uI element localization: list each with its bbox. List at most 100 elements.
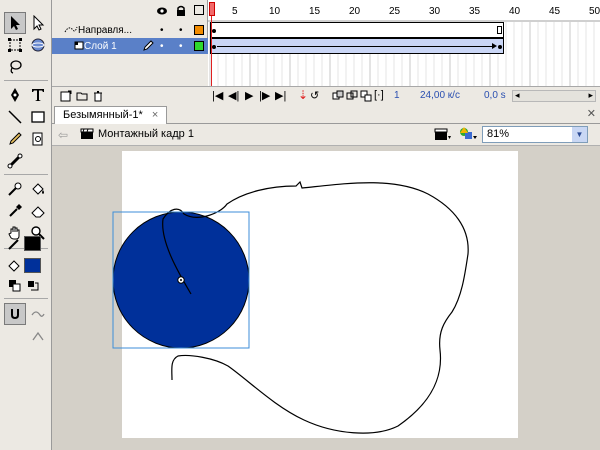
edit-bar: ⇦ Монтажный кадр 1 81% ▼ [52, 124, 600, 146]
text-icon[interactable] [27, 84, 49, 106]
ruler-label: 35 [469, 6, 481, 17]
delete-layer-icon[interactable] [92, 90, 104, 105]
layer-row-1[interactable]: Слой 1 • • [52, 38, 208, 54]
pen-icon[interactable] [4, 84, 26, 106]
elapsed-time-value: 0,0 s [484, 90, 506, 101]
stroke-color-icon [6, 236, 22, 252]
zoom-select[interactable]: 81% ▼ [482, 126, 588, 143]
timeline-footer: |◀ ◀| ▶ |▶ ▶| ⇣ ↺ [·] 1 24,00 к/с 0,0 s … [52, 86, 600, 104]
registration-point-center [180, 279, 182, 281]
keyframe-dot-icon [212, 45, 216, 49]
paint-bucket-icon[interactable] [27, 178, 49, 200]
end-frame-icon [497, 26, 502, 34]
tools-panel [0, 0, 52, 450]
onion-skin-icon[interactable] [332, 90, 344, 105]
back-arrow-icon[interactable]: ⇦ [58, 128, 68, 142]
ruler-label: 30 [429, 6, 441, 17]
frame-rate-value[interactable]: 24,00 к/с [420, 90, 460, 101]
layer-visible-dot-icon: • [160, 40, 164, 52]
current-frame-value: 1 [394, 90, 400, 101]
layer-lock-dot-icon: • [179, 24, 183, 36]
guided-layer-icon [52, 40, 84, 53]
onion-outline-icon[interactable] [346, 90, 358, 105]
eyedropper-icon[interactable] [4, 200, 26, 222]
stroke-color-swatch[interactable] [24, 236, 41, 251]
edit-symbols-icon[interactable] [458, 126, 478, 145]
layers-empty-area [52, 54, 208, 86]
selection-arrow-icon[interactable] [4, 12, 26, 34]
eye-icon[interactable] [156, 6, 168, 16]
scene-icon [80, 128, 94, 143]
scroll-left-icon[interactable]: ◂ [515, 90, 520, 101]
bone-icon[interactable] [4, 150, 26, 172]
layer-outline-color-icon[interactable] [194, 41, 204, 51]
new-folder-icon[interactable] [76, 90, 88, 105]
outline-icon[interactable] [194, 5, 204, 15]
new-layer-icon[interactable] [60, 90, 72, 105]
ruler-label: 25 [389, 6, 401, 17]
onion-markers-icon[interactable]: [·] [374, 89, 384, 101]
fill-color-swatch[interactable] [24, 258, 41, 273]
next-frame-icon[interactable]: |▶ [259, 89, 270, 102]
guide-layer-span[interactable] [210, 22, 504, 38]
straighten-icon[interactable] [27, 325, 49, 347]
swap-colors-icon[interactable] [27, 280, 39, 292]
layer1-tween-span[interactable] [210, 38, 504, 54]
scroll-right-icon[interactable]: ▸ [588, 90, 593, 101]
lasso-icon[interactable] [4, 56, 26, 78]
document-tab[interactable]: Безымянный-1* × [54, 106, 168, 124]
play-icon[interactable]: ▶ [245, 89, 253, 102]
playhead[interactable] [209, 2, 215, 16]
panel-close-icon[interactable]: ✕ [587, 107, 596, 120]
rectangle-icon[interactable] [27, 106, 49, 128]
layer-lock-dot-icon: • [179, 40, 183, 52]
fill-color-icon [6, 258, 22, 274]
layer-outline-color-icon[interactable] [194, 25, 204, 35]
zoom-dropdown-icon[interactable]: ▼ [572, 127, 587, 142]
last-frame-icon[interactable]: ▶| [275, 89, 286, 102]
line-icon[interactable] [4, 106, 26, 128]
default-colors-icon[interactable] [9, 280, 21, 292]
tween-arrow [217, 46, 495, 47]
smooth-icon[interactable] [27, 303, 49, 325]
layer-name: Направля... [78, 24, 132, 36]
eraser-icon[interactable] [27, 200, 49, 222]
ruler-label: 40 [509, 6, 521, 17]
guide-layer-icon [52, 24, 78, 37]
horizontal-scrollbar[interactable]: ◂ ▸ [512, 90, 596, 102]
layer-name: Слой 1 [84, 40, 117, 52]
ruler-label: 20 [349, 6, 361, 17]
3d-rotation-icon[interactable] [27, 34, 49, 56]
ruler-label: 10 [269, 6, 281, 17]
pencil-edit-icon [142, 39, 154, 54]
snap-magnet-icon[interactable] [4, 303, 26, 325]
subselection-arrow-icon[interactable] [27, 12, 49, 34]
edit-multiple-icon[interactable] [360, 90, 372, 105]
prev-frame-icon[interactable]: ◀| [228, 89, 239, 102]
playhead-line [211, 16, 212, 86]
timeline-panel: Направля... • • Слой 1 • • 5 10 15 20 25… [52, 0, 600, 104]
keyframe-dot-icon [498, 45, 502, 49]
ruler-label: 5 [232, 6, 238, 17]
deco-icon[interactable] [27, 128, 49, 150]
zoom-value: 81% [487, 128, 510, 140]
ruler-label: 15 [309, 6, 321, 17]
vertical-scrollbar-area [586, 146, 600, 450]
bone-bind-icon[interactable] [4, 178, 26, 200]
layer-visible-dot-icon: • [160, 24, 164, 36]
ruler-label: 45 [549, 6, 561, 17]
tab-close-icon[interactable]: × [152, 109, 158, 121]
keyframe-dot-icon [212, 29, 216, 33]
free-transform-icon[interactable] [4, 34, 26, 56]
edit-scene-icon[interactable] [434, 127, 452, 144]
ruler-label: 50 [589, 6, 600, 17]
center-frame-icon[interactable]: ⇣ [298, 88, 308, 102]
scene-name[interactable]: Монтажный кадр 1 [98, 128, 194, 140]
lock-icon[interactable] [176, 5, 186, 16]
document-tab-bar: Безымянный-1* × ✕ [52, 104, 600, 124]
document-tab-title: Безымянный-1* [63, 109, 143, 121]
loop-icon[interactable]: ↺ [310, 89, 319, 102]
pencil-icon[interactable] [4, 128, 26, 150]
first-frame-icon[interactable]: |◀ [212, 89, 223, 102]
layer-row-guide[interactable]: Направля... • • [52, 22, 208, 38]
